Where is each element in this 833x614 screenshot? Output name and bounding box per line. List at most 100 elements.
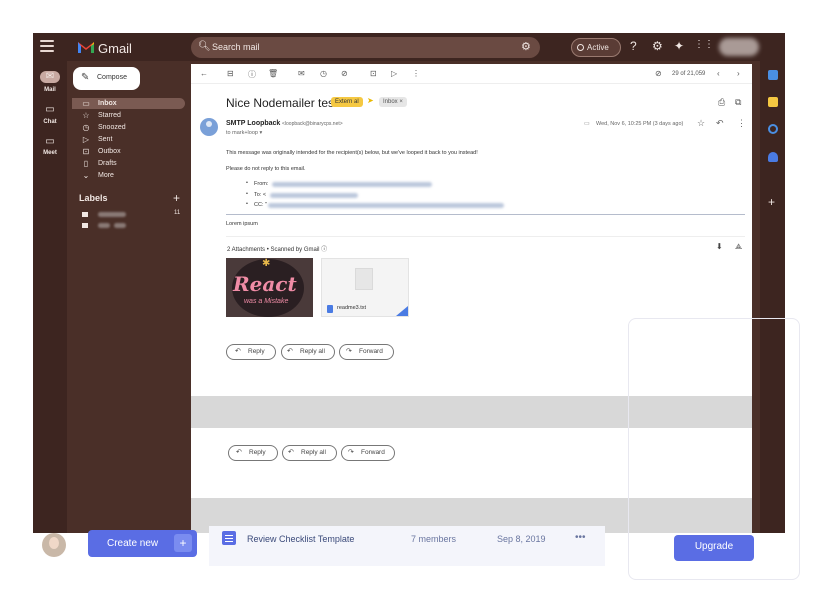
star-icon[interactable]: ☆ bbox=[697, 118, 705, 129]
mail-icon[interactable]: ✉ bbox=[40, 71, 60, 82]
reply-all-label: Reply all bbox=[300, 348, 325, 355]
reply-all-icon: ↶ bbox=[287, 348, 293, 355]
importance-marker-icon[interactable]: ➤ bbox=[367, 96, 374, 105]
image-text-mistake: was a Mistake bbox=[244, 298, 289, 305]
rail-meet-label[interactable]: Meet bbox=[33, 150, 67, 156]
meet-icon[interactable]: ▭ bbox=[40, 136, 60, 147]
user-avatar[interactable] bbox=[42, 533, 66, 557]
bullet-from-label: From: bbox=[254, 181, 269, 187]
gemini-sparkle-icon[interactable]: ✦ bbox=[674, 39, 684, 53]
row-more-icon[interactable]: ••• bbox=[575, 532, 586, 543]
mark-unread-icon[interactable]: ✉ bbox=[298, 69, 305, 78]
calendar-icon[interactable] bbox=[768, 70, 778, 80]
contacts-icon[interactable] bbox=[768, 152, 778, 162]
sidebar-item-inbox[interactable]: Inbox bbox=[98, 100, 117, 107]
inbox-icon: ▭ bbox=[82, 99, 90, 108]
bullet-to-label: To: < bbox=[254, 192, 267, 198]
message-count: 29 of 21,059 bbox=[672, 71, 706, 77]
more-vert-icon[interactable]: ⋮ bbox=[737, 118, 746, 129]
redacted-to-address bbox=[270, 193, 358, 198]
sender-name[interactable]: SMTP Loopback bbox=[226, 120, 280, 127]
add-task-icon[interactable]: ⊘ bbox=[341, 69, 348, 78]
chevron-down-icon: ⌄ bbox=[82, 171, 90, 180]
reply-label: Reply bbox=[248, 348, 265, 355]
delete-icon[interactable]: 🗑︎ bbox=[268, 69, 278, 78]
attachments-header: 2 Attachments • Scanned by Gmail ⓘ bbox=[227, 247, 328, 253]
sidebar-item-starred[interactable]: Starred bbox=[98, 112, 121, 119]
pencil-icon: ✎ bbox=[81, 72, 90, 83]
sender-email: <loopback@binarycps.net> bbox=[282, 121, 343, 127]
sidebar-item-more[interactable]: More bbox=[98, 172, 114, 179]
sidebar-item-snoozed[interactable]: Snoozed bbox=[98, 124, 126, 131]
divider bbox=[226, 214, 745, 215]
forward-label: Forward bbox=[361, 449, 385, 456]
apps-grid-icon[interactable]: ⋮⋮ bbox=[694, 39, 714, 50]
reply-icon[interactable]: ↶ bbox=[716, 118, 724, 129]
archive-icon[interactable]: ⊟ bbox=[227, 69, 234, 78]
sidebar-item-sent[interactable]: Sent bbox=[98, 136, 112, 143]
forward-label: Forward bbox=[359, 348, 383, 355]
label-item-redacted[interactable] bbox=[98, 212, 126, 217]
row-title[interactable]: Review Checklist Template bbox=[247, 534, 354, 544]
input-tools-icon[interactable]: ⊘ bbox=[655, 69, 662, 78]
label-item-redacted[interactable] bbox=[98, 223, 110, 228]
search-input[interactable]: Search mail bbox=[212, 42, 260, 52]
add-addon-icon[interactable]: + bbox=[768, 195, 775, 209]
star-icon: ☆ bbox=[82, 111, 90, 120]
add-label-icon[interactable]: + bbox=[173, 191, 180, 205]
open-new-window-icon[interactable]: ⧉ bbox=[735, 97, 741, 108]
screenshot-stage: Gmail 🔍︎ Search mail ⚙ Active ? ⚙ ✦ ⋮⋮ ✉… bbox=[0, 0, 833, 614]
more-vert-icon[interactable]: ⋮ bbox=[412, 69, 420, 78]
older-chevron-icon[interactable]: › bbox=[737, 69, 740, 78]
gmail-logo-icon bbox=[78, 42, 94, 53]
image-text-react: React bbox=[233, 272, 297, 296]
label-icon[interactable]: ▷ bbox=[391, 69, 397, 78]
move-to-icon[interactable]: ⊡ bbox=[370, 69, 377, 78]
tasks-icon[interactable] bbox=[768, 124, 778, 134]
settings-gear-icon[interactable]: ⚙ bbox=[652, 39, 663, 53]
sidebar-item-outbox[interactable]: Outbox bbox=[98, 148, 121, 155]
sidebar-item-drafts[interactable]: Drafts bbox=[98, 160, 117, 167]
app-title[interactable]: Gmail bbox=[98, 41, 132, 56]
recipient-line[interactable]: to mark+loop ▾ bbox=[226, 130, 262, 136]
search-options-icon[interactable]: ⚙ bbox=[521, 40, 531, 53]
table-row[interactable] bbox=[209, 526, 605, 566]
plus-icon[interactable]: + bbox=[174, 534, 192, 552]
keep-icon[interactable] bbox=[768, 97, 778, 107]
newer-chevron-icon[interactable]: ‹ bbox=[717, 69, 720, 78]
redacted-from-address bbox=[272, 182, 432, 187]
rail-mail-label[interactable]: Mail bbox=[33, 87, 67, 93]
search-icon[interactable]: 🔍︎ bbox=[198, 41, 211, 52]
text-file-icon bbox=[355, 268, 373, 290]
bullet-icon: • bbox=[246, 180, 248, 186]
forward-icon: ↷ bbox=[346, 348, 352, 355]
print-icon[interactable]: ⎙ bbox=[718, 97, 725, 108]
file-corner-icon bbox=[396, 306, 408, 316]
chat-icon[interactable]: ▭ bbox=[40, 104, 60, 115]
bullet-cc-label: CC: " bbox=[254, 202, 267, 208]
status-label: Active bbox=[587, 43, 609, 52]
download-all-icon[interactable]: ⬇ bbox=[716, 242, 723, 251]
bullet-icon: • bbox=[246, 191, 248, 197]
email-subject: Nice Nodemailer test bbox=[226, 96, 338, 110]
palm-tree-icon: ✱ bbox=[262, 258, 271, 269]
help-icon[interactable]: ? bbox=[630, 39, 637, 53]
label-marker-icon: ▭ bbox=[584, 121, 590, 127]
report-spam-icon[interactable]: ⓘ bbox=[248, 69, 256, 80]
label-tag-icon bbox=[82, 212, 88, 217]
reply-all-icon: ↶ bbox=[288, 449, 294, 456]
document-icon bbox=[222, 531, 236, 545]
sender-avatar[interactable] bbox=[200, 118, 218, 136]
email-date: Wed, Nov 6, 10:25 PM (3 days ago) bbox=[596, 121, 684, 127]
snooze-icon[interactable]: ◷ bbox=[320, 69, 327, 78]
redacted-cc-address bbox=[268, 203, 504, 208]
upgrade-label: Upgrade bbox=[694, 541, 734, 552]
add-to-drive-icon[interactable]: ⟁ bbox=[735, 242, 742, 252]
main-menu-icon[interactable] bbox=[40, 40, 54, 52]
rail-chat-label[interactable]: Chat bbox=[33, 119, 67, 125]
back-arrow-icon[interactable]: ← bbox=[200, 69, 208, 78]
label-item-redacted[interactable] bbox=[114, 223, 126, 228]
account-avatar[interactable] bbox=[719, 38, 759, 56]
external-badge: Extern al bbox=[331, 97, 363, 107]
inbox-label-badge[interactable]: Inbox × bbox=[379, 97, 407, 107]
